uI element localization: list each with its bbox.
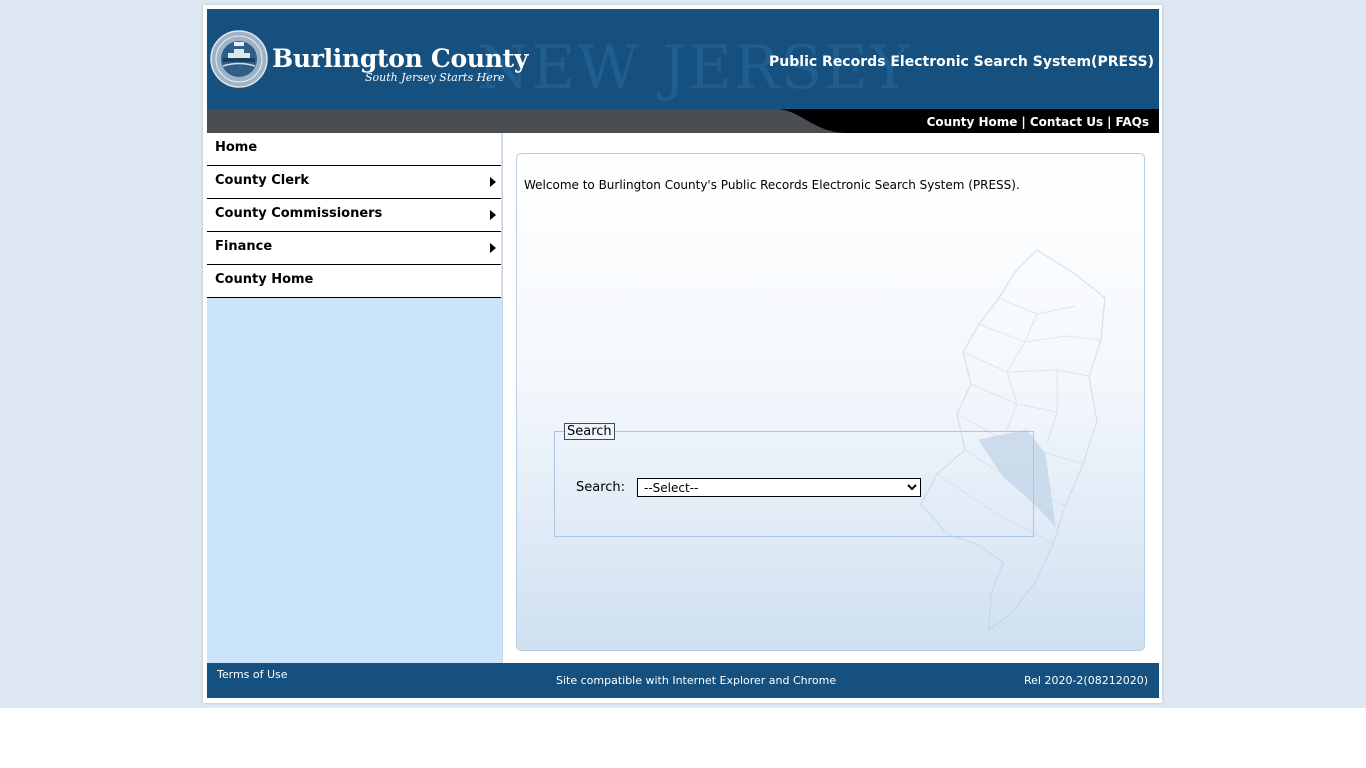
- column-divider: [502, 133, 503, 663]
- sidebar-item-label: County Home: [215, 272, 314, 287]
- terms-of-use-link[interactable]: Terms of Use: [217, 668, 288, 681]
- submenu-arrow-icon: [490, 243, 496, 253]
- county-home-link[interactable]: County Home: [927, 115, 1018, 129]
- sidebar-item-county-clerk[interactable]: County Clerk: [207, 166, 501, 199]
- welcome-message: Welcome to Burlington County's Public Re…: [524, 178, 1020, 192]
- compatibility-note: Site compatible with Internet Explorer a…: [556, 674, 837, 687]
- link-separator: |: [1021, 115, 1026, 129]
- sidebar-item-finance[interactable]: Finance: [207, 232, 501, 265]
- sidebar-item-label: Finance: [215, 239, 273, 254]
- sidebar-item-label: County Commissioners: [215, 206, 383, 221]
- submenu-arrow-icon: [490, 210, 496, 220]
- faqs-link[interactable]: FAQs: [1116, 115, 1149, 129]
- search-legend: Search: [564, 423, 615, 440]
- submenu-arrow-icon: [490, 177, 496, 187]
- content-panel: [516, 153, 1145, 651]
- sidebar-item-home[interactable]: Home: [207, 133, 501, 166]
- sidebar-item-county-home[interactable]: County Home: [207, 265, 501, 298]
- system-title: Public Records Electronic Search System(…: [769, 54, 1154, 70]
- search-select[interactable]: --Select--: [637, 478, 921, 497]
- top-links: County Home | Contact Us | FAQs: [927, 115, 1149, 129]
- brand-title: Burlington County: [272, 44, 529, 73]
- release-version: Rel 2020-2(08212020): [1023, 674, 1148, 687]
- link-separator: |: [1107, 115, 1112, 129]
- brand-subtitle: South Jersey Starts Here: [365, 71, 505, 84]
- sidebar-item-label: County Clerk: [215, 173, 310, 188]
- sidebar-item-county-commissioners[interactable]: County Commissioners: [207, 199, 501, 232]
- sidebar-item-label: Home: [215, 140, 258, 155]
- contact-us-link[interactable]: Contact Us: [1030, 115, 1103, 129]
- search-label: Search:: [576, 480, 626, 495]
- county-seal-icon: [210, 30, 268, 88]
